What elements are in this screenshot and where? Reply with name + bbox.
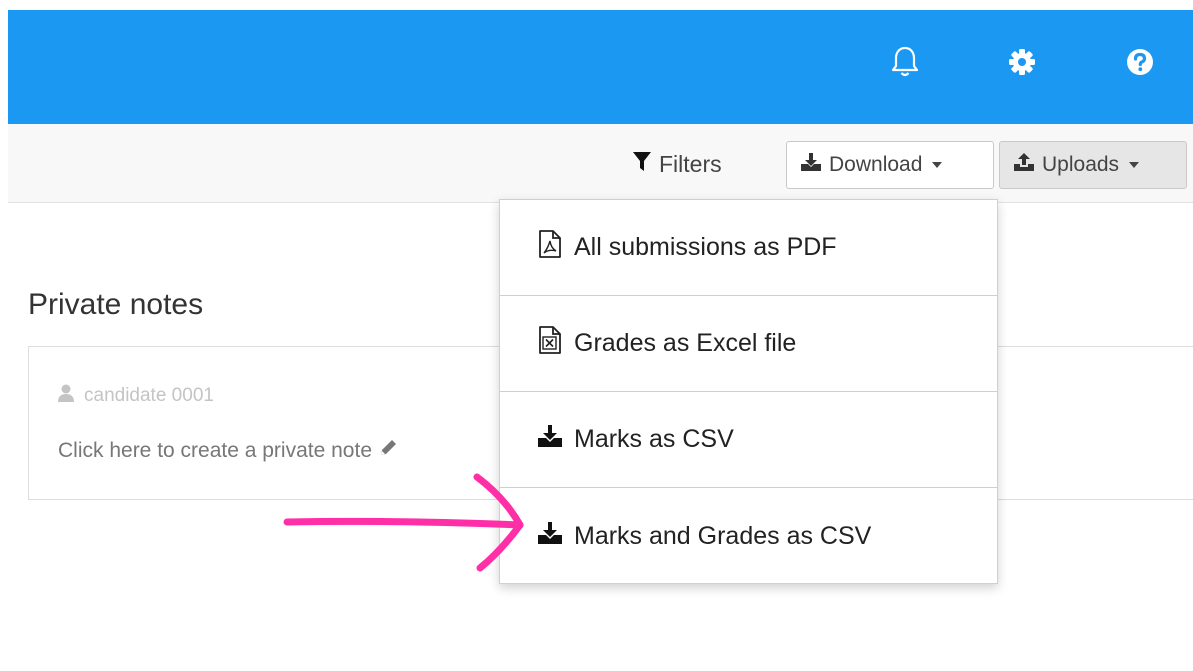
pencil-icon <box>378 438 398 464</box>
download-button[interactable]: Download <box>786 141 994 189</box>
help-icon <box>1126 48 1154 76</box>
user-icon <box>58 384 74 408</box>
menu-item-marks-csv[interactable]: Marks as CSV <box>500 392 997 488</box>
private-notes-title: Private notes <box>28 288 204 321</box>
settings-button[interactable] <box>1002 42 1042 82</box>
upload-icon <box>1014 153 1034 177</box>
download-icon <box>801 153 821 177</box>
page: Filters Download Uploads Private notes c… <box>0 0 1193 671</box>
candidate-name: candidate 0001 <box>84 385 214 406</box>
notifications-button[interactable] <box>885 42 925 82</box>
gear-icon <box>1008 48 1036 76</box>
candidate-label: candidate 0001 <box>58 384 214 408</box>
menu-item-marks-grades-csv[interactable]: Marks and Grades as CSV <box>500 488 997 584</box>
filter-icon <box>633 151 651 178</box>
bell-icon <box>890 45 920 79</box>
menu-item-label: Grades as Excel file <box>574 329 797 357</box>
chevron-down-icon <box>932 162 943 168</box>
menu-item-grades-excel[interactable]: Grades as Excel file <box>500 296 997 392</box>
download-icon <box>538 425 562 454</box>
create-private-note-link[interactable]: Click here to create a private note <box>58 438 398 464</box>
download-label: Download <box>829 153 923 176</box>
menu-item-label: Marks and Grades as CSV <box>574 521 872 550</box>
filters-button[interactable]: Filters <box>633 144 722 184</box>
help-button[interactable] <box>1120 42 1160 82</box>
download-dropdown-menu: All submissions as PDF Grades as Excel f… <box>499 199 998 584</box>
filters-label: Filters <box>659 150 722 177</box>
menu-item-label: Marks as CSV <box>574 425 734 453</box>
excel-file-icon <box>538 326 562 361</box>
pdf-file-icon <box>538 230 562 265</box>
uploads-button[interactable]: Uploads <box>999 141 1187 189</box>
chevron-down-icon <box>1129 162 1140 168</box>
uploads-label: Uploads <box>1042 153 1120 176</box>
download-icon <box>538 521 562 551</box>
menu-item-label: All submissions as PDF <box>574 233 837 261</box>
create-note-label: Click here to create a private note <box>58 439 372 462</box>
menu-item-all-submissions-pdf[interactable]: All submissions as PDF <box>500 200 997 296</box>
